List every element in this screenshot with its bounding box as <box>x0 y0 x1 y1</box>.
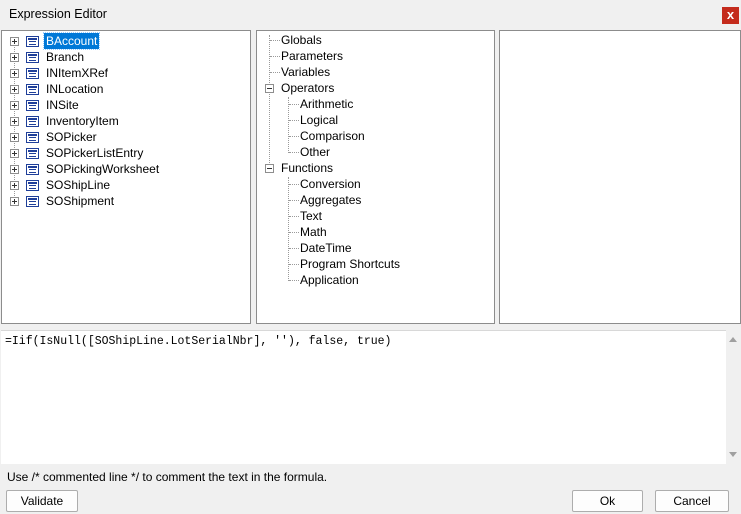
tree-item-program-shortcuts[interactable]: Program Shortcuts <box>257 256 494 272</box>
tree-item-application[interactable]: Application <box>257 272 494 288</box>
tree-item-label: Parameters <box>281 49 344 63</box>
tree-item-label: Globals <box>281 33 322 47</box>
comment-hint: Use /* commented line */ to comment the … <box>7 470 328 484</box>
tree-item-variables[interactable]: Variables <box>257 64 494 80</box>
table-icon <box>26 68 39 79</box>
tree-item-other[interactable]: Other <box>257 144 494 160</box>
tree-item-logical[interactable]: Logical <box>257 112 494 128</box>
tree-item-inlocation[interactable]: INLocation <box>2 81 250 97</box>
expand-icon[interactable] <box>10 117 19 126</box>
expand-icon[interactable] <box>10 37 19 46</box>
formula-scrollbar[interactable] <box>726 330 741 464</box>
collapse-icon[interactable] <box>265 84 274 93</box>
tree-item-sopicker[interactable]: SOPicker <box>2 129 250 145</box>
tree-item-label: Logical <box>300 113 339 127</box>
tree-item-label: INItemXRef <box>46 66 109 80</box>
table-icon <box>26 196 39 207</box>
tree-item-label: BAccount <box>42 32 101 50</box>
tree-item-label: DateTime <box>300 241 352 255</box>
tree-item-label: Math <box>300 225 327 239</box>
tree-item-label: InventoryItem <box>46 114 119 128</box>
tree-item-label: Program Shortcuts <box>300 257 401 271</box>
tree-item-parameters[interactable]: Parameters <box>257 48 494 64</box>
table-icon <box>26 36 39 47</box>
table-icon <box>26 148 39 159</box>
tree-item-datetime[interactable]: DateTime <box>257 240 494 256</box>
expand-icon[interactable] <box>10 181 19 190</box>
scroll-up-icon[interactable] <box>729 337 737 342</box>
tree-item-label: Branch <box>46 50 85 64</box>
tree-item-soshipline[interactable]: SOShipLine <box>2 177 250 193</box>
tree-item-soshipment[interactable]: SOShipment <box>2 193 250 209</box>
table-icon <box>26 52 39 63</box>
table-icon <box>26 116 39 127</box>
tree-item-label: Other <box>300 145 331 159</box>
tree-item-label: INSite <box>46 98 79 112</box>
tree-item-label: Arithmetic <box>300 97 354 111</box>
expand-icon[interactable] <box>10 85 19 94</box>
tree-item-label: Conversion <box>300 177 361 191</box>
expand-icon[interactable] <box>10 165 19 174</box>
tree-item-comparison[interactable]: Comparison <box>257 128 494 144</box>
items-list-panel[interactable] <box>499 30 741 324</box>
scroll-down-icon[interactable] <box>729 452 737 457</box>
tree-item-functions[interactable]: Functions <box>257 160 494 176</box>
tree-item-label: SOShipment <box>46 194 115 208</box>
category-tree-panel[interactable]: Globals Parameters Variables Operators A… <box>256 30 495 324</box>
validate-button[interactable]: Validate <box>6 490 78 512</box>
tree-item-operators[interactable]: Operators <box>257 80 494 96</box>
tree-item-label: Variables <box>281 65 331 79</box>
expand-icon[interactable] <box>10 53 19 62</box>
tree-item-inventoryitem[interactable]: InventoryItem <box>2 113 250 129</box>
formula-editor[interactable]: =Iif(IsNull([SOShipLine.LotSerialNbr], '… <box>1 330 726 464</box>
cancel-button[interactable]: Cancel <box>655 490 729 512</box>
tree-item-baccount[interactable]: BAccount <box>2 32 250 50</box>
expand-icon[interactable] <box>10 133 19 142</box>
window-title: Expression Editor <box>9 7 107 21</box>
tree-item-branch[interactable]: Branch <box>2 49 250 65</box>
tree-item-aggregates[interactable]: Aggregates <box>257 192 494 208</box>
tree-item-label: Application <box>300 273 359 287</box>
title-bar: Expression Editor x <box>0 0 741 30</box>
tree-item-label: Operators <box>281 81 335 95</box>
table-icon <box>26 100 39 111</box>
expand-icon[interactable] <box>10 101 19 110</box>
collapse-icon[interactable] <box>265 164 274 173</box>
tree-item-label: SOPickerListEntry <box>46 146 144 160</box>
ok-button[interactable]: Ok <box>572 490 643 512</box>
expand-icon[interactable] <box>10 69 19 78</box>
expand-icon[interactable] <box>10 197 19 206</box>
tree-item-label: SOShipLine <box>46 178 111 192</box>
table-icon <box>26 164 39 175</box>
table-icon <box>26 132 39 143</box>
table-icon <box>26 180 39 191</box>
close-button[interactable]: x <box>722 7 739 24</box>
tree-item-text[interactable]: Text <box>257 208 494 224</box>
tree-item-math[interactable]: Math <box>257 224 494 240</box>
fields-tree-panel[interactable]: BAccount Branch INItemXRef INLocation IN… <box>1 30 251 324</box>
close-icon: x <box>726 7 735 22</box>
tree-item-sopickingworksheet[interactable]: SOPickingWorksheet <box>2 161 250 177</box>
tree-item-initemxref[interactable]: INItemXRef <box>2 65 250 81</box>
tree-item-label: SOPickingWorksheet <box>46 162 160 176</box>
tree-item-arithmetic[interactable]: Arithmetic <box>257 96 494 112</box>
tree-item-label: SOPicker <box>46 130 97 144</box>
tree-item-insite[interactable]: INSite <box>2 97 250 113</box>
tree-item-label: Comparison <box>300 129 365 143</box>
expand-icon[interactable] <box>10 149 19 158</box>
tree-item-sopickerlistentry[interactable]: SOPickerListEntry <box>2 145 250 161</box>
tree-item-globals[interactable]: Globals <box>257 32 494 48</box>
tree-item-label: Aggregates <box>300 193 362 207</box>
table-icon <box>26 84 39 95</box>
tree-item-label: INLocation <box>46 82 104 96</box>
tree-item-conversion[interactable]: Conversion <box>257 176 494 192</box>
tree-item-label: Functions <box>281 161 334 175</box>
formula-text[interactable]: =Iif(IsNull([SOShipLine.LotSerialNbr], '… <box>5 335 391 348</box>
tree-item-label: Text <box>300 209 323 223</box>
